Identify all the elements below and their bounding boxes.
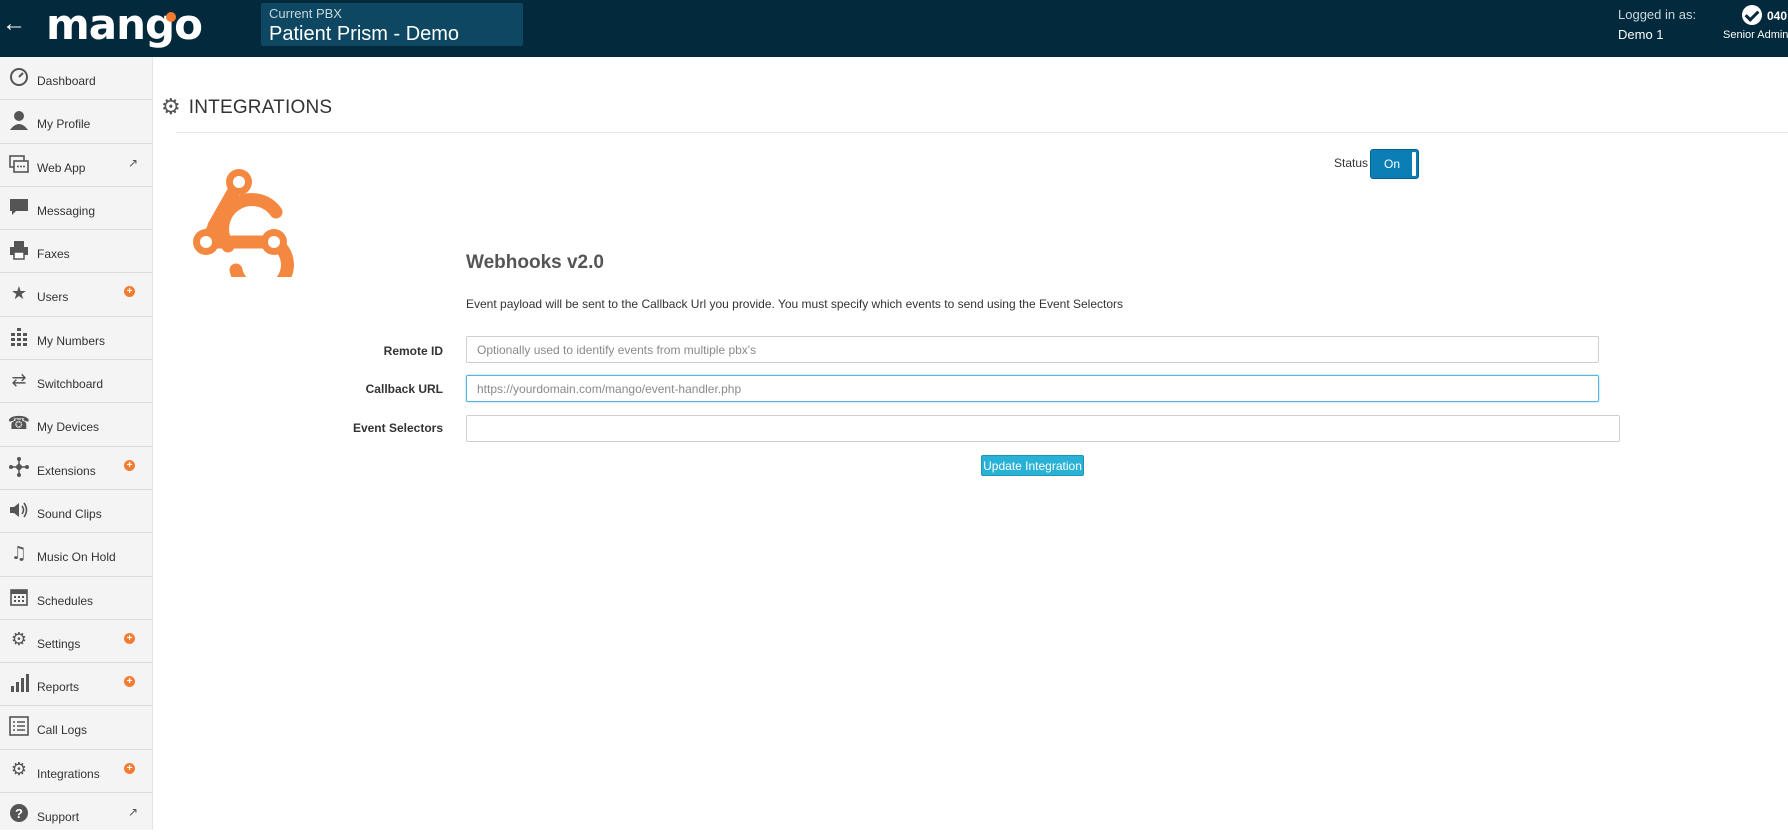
sidebar-item-users[interactable]: ★ Users +: [0, 273, 152, 317]
sidebar-item-label: My Profile: [37, 117, 91, 132]
list-icon: [8, 715, 30, 737]
logged-in-user[interactable]: Demo 1: [1618, 27, 1664, 42]
transfer-icon: ⇄: [11, 369, 27, 391]
sidebar-item-settings[interactable]: ⚙ Settings +: [0, 620, 152, 664]
star-icon: ★: [10, 282, 28, 304]
page-header: ⚙ INTEGRATIONS: [161, 95, 332, 120]
sidebar: Dashboard My Profile Web App ↗ Messaging…: [0, 57, 153, 830]
logo-accent-dot: [166, 12, 176, 22]
sidebar-item-label: My Numbers: [37, 333, 106, 348]
account-id[interactable]: 040: [1767, 9, 1787, 23]
plus-circle-icon[interactable]: +: [124, 286, 135, 298]
user-role: Senior Admin: [1723, 29, 1788, 41]
sidebar-item-label: Integrations: [37, 766, 100, 781]
sidebar-item-label: Settings: [37, 636, 81, 651]
section-title: Webhooks v2.0: [466, 252, 604, 273]
section-description: Event payload will be sent to the Callba…: [466, 297, 1124, 311]
sidebar-item-music-on-hold[interactable]: ♫ Music On Hold: [0, 533, 152, 577]
sidebar-item-extensions[interactable]: Extensions +: [0, 447, 152, 490]
page-title: INTEGRATIONS: [188, 96, 333, 118]
sidebar-item-my-numbers[interactable]: My Numbers: [0, 317, 152, 361]
gear-icon: ⚙: [10, 629, 28, 651]
phone-icon: ☎: [7, 412, 31, 434]
external-link-icon: ↗: [128, 805, 139, 820]
dashboard-icon: [8, 66, 30, 88]
logged-in-caption: Logged in as:: [1618, 7, 1697, 22]
update-integration-button[interactable]: Update Integration: [981, 455, 1084, 476]
sidebar-item-label: Call Logs: [37, 723, 88, 738]
remote-id-input[interactable]: [466, 336, 1599, 363]
sidebar-item-label: Support: [37, 810, 80, 825]
comment-icon: [8, 196, 30, 218]
status-toggle-label: On: [1384, 157, 1401, 171]
pbx-name: Patient Prism - Demo: [269, 23, 460, 46]
webhook-logo-icon: [193, 169, 294, 277]
plus-circle-icon[interactable]: +: [124, 676, 135, 688]
sidebar-item-sound-clips[interactable]: Sound Clips: [0, 490, 152, 534]
sidebar-item-integrations[interactable]: ⚙ Integrations +: [0, 750, 152, 794]
main-content: ⚙ INTEGRATIONS Status On Webhooks v2.0 E…: [153, 57, 1788, 830]
external-link-icon: ↗: [128, 155, 139, 170]
sidebar-item-label: My Devices: [37, 420, 100, 435]
event-selectors-label: Event Selectors: [352, 421, 443, 435]
sidebar-item-label: Music On Hold: [37, 550, 116, 565]
sidebar-item-label: Schedules: [37, 593, 94, 608]
plus-circle-icon[interactable]: +: [124, 459, 135, 471]
music-note-icon: ♫: [10, 542, 28, 564]
network-icon: [8, 456, 30, 478]
sidebar-item-label: Users: [37, 290, 69, 305]
sidebar-item-label: Switchboard: [37, 377, 104, 392]
sidebar-item-call-logs[interactable]: Call Logs: [0, 706, 152, 750]
dialpad-icon: [8, 326, 30, 348]
callback-url-label: Callback URL: [365, 382, 443, 396]
check-circle-icon: [1742, 5, 1762, 25]
toggle-knob: [1412, 152, 1416, 176]
sidebar-item-label: Web App: [37, 160, 86, 175]
speaker-icon: [8, 499, 30, 521]
sidebar-item-web-app[interactable]: Web App ↗: [0, 144, 152, 187]
plus-circle-icon[interactable]: +: [124, 762, 135, 774]
sidebar-item-dashboard[interactable]: Dashboard: [0, 57, 152, 101]
sidebar-item-my-profile[interactable]: My Profile: [0, 100, 152, 144]
mango-logo[interactable]: mango: [46, 4, 203, 46]
bar-chart-icon: [8, 672, 30, 694]
question-icon: ?: [8, 802, 30, 824]
gear-icon: ⚙: [161, 95, 181, 120]
sidebar-item-label: Sound Clips: [37, 506, 102, 521]
status-label: Status: [1334, 156, 1369, 170]
sidebar-item-label: Dashboard: [37, 74, 96, 88]
title-divider: [176, 132, 1788, 133]
sidebar-item-label: Reports: [37, 680, 80, 695]
sidebar-item-my-devices[interactable]: ☎ My Devices: [0, 403, 152, 447]
printer-icon: [8, 239, 30, 261]
status-toggle[interactable]: On: [1370, 149, 1419, 179]
sidebar-item-faxes[interactable]: Faxes: [0, 230, 152, 274]
sidebar-item-switchboard[interactable]: ⇄ Switchboard: [0, 360, 152, 404]
sidebar-item-label: Messaging: [37, 203, 96, 218]
plus-circle-icon[interactable]: +: [124, 632, 135, 644]
gear-icon: ⚙: [10, 759, 28, 781]
callback-url-input[interactable]: [466, 375, 1599, 402]
sidebar-item-reports[interactable]: Reports +: [0, 663, 152, 707]
sidebar-item-schedules[interactable]: Schedules: [0, 577, 152, 620]
user-icon: [8, 109, 30, 131]
current-pbx-selector[interactable]: Current PBX Patient Prism - Demo: [261, 3, 523, 46]
calendar-icon: [8, 586, 30, 608]
event-selectors-input[interactable]: [466, 415, 1620, 442]
remote-id-label: Remote ID: [383, 344, 443, 358]
chat-window-icon: [8, 153, 30, 175]
sidebar-item-label: Faxes: [37, 247, 70, 262]
sidebar-item-messaging[interactable]: Messaging: [0, 187, 152, 231]
pbx-caption: Current PBX: [269, 6, 342, 21]
back-arrow-icon[interactable]: ←: [2, 10, 26, 38]
svg-text:?: ?: [15, 806, 23, 821]
sidebar-item-label: Extensions: [37, 463, 96, 478]
top-bar: ← mango Current PBX Patient Prism - Demo…: [0, 0, 1788, 57]
